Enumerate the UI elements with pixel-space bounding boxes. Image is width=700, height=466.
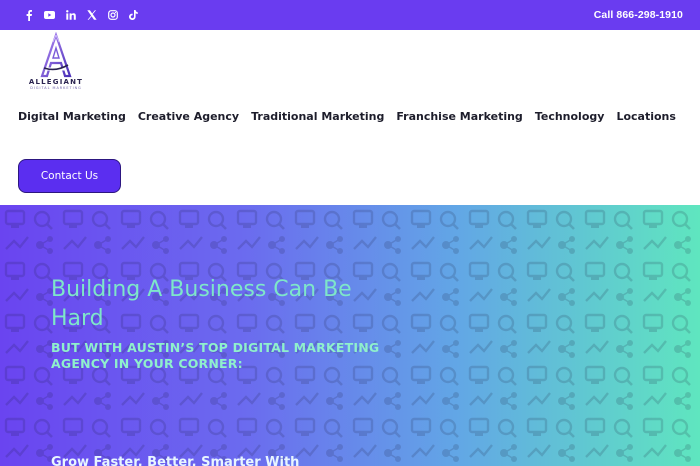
youtube-icon[interactable] bbox=[39, 7, 60, 23]
nav-item-creative-agency[interactable]: Creative Agency bbox=[138, 110, 239, 123]
contact-us-button[interactable]: Contact Us bbox=[18, 159, 121, 193]
hero-partial-heading: Grow Faster, Better, Smarter With bbox=[51, 455, 300, 466]
x-twitter-icon[interactable] bbox=[81, 7, 102, 23]
linkedin-icon[interactable] bbox=[60, 7, 81, 23]
facebook-icon[interactable] bbox=[18, 7, 39, 23]
site-header: ALLEGIANT DIGITAL MARKETING Digital Mark… bbox=[0, 30, 700, 205]
hero-icon-pattern bbox=[0, 205, 700, 466]
hero-subtitle: BUT WITH AUSTIN’S TOP DIGITAL MARKETING … bbox=[51, 340, 380, 371]
nav-item-technology[interactable]: Technology bbox=[535, 110, 605, 123]
allegiant-a-mark bbox=[40, 31, 72, 78]
tiktok-icon[interactable] bbox=[123, 7, 144, 23]
nav-item-digital-marketing[interactable]: Digital Marketing bbox=[18, 110, 126, 123]
nav-item-franchise-marketing[interactable]: Franchise Marketing bbox=[396, 110, 522, 123]
hero-title: Building A Business Can Be Hard bbox=[51, 277, 352, 331]
logo-wordmark: ALLEGIANT bbox=[28, 78, 84, 86]
nav-item-traditional-marketing[interactable]: Traditional Marketing bbox=[251, 110, 384, 123]
hero-section: Building A Business Can Be Hard BUT WITH… bbox=[0, 205, 700, 466]
allegiant-logo[interactable]: ALLEGIANT DIGITAL MARKETING bbox=[20, 31, 92, 92]
main-navigation: Digital Marketing Creative Agency Tradit… bbox=[18, 110, 688, 123]
logo-tagline: DIGITAL MARKETING bbox=[30, 86, 82, 90]
social-links bbox=[18, 7, 144, 23]
call-phone-link[interactable]: Call 866-298-1910 bbox=[594, 9, 683, 21]
nav-item-locations[interactable]: Locations bbox=[616, 110, 675, 123]
instagram-icon[interactable] bbox=[102, 7, 123, 23]
top-bar: Call 866-298-1910 bbox=[0, 0, 700, 30]
